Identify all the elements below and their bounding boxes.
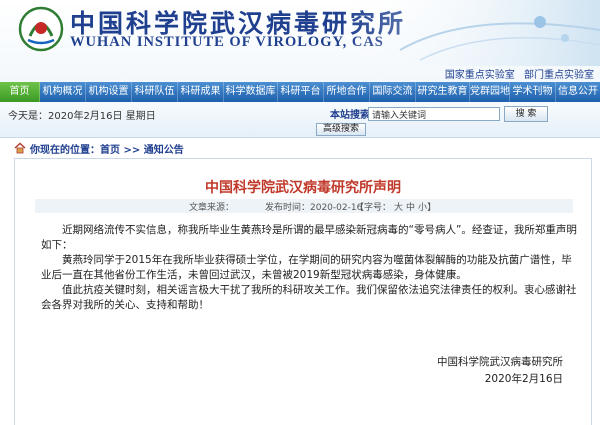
advanced-search-button[interactable]: 高级搜索 <box>316 123 366 136</box>
nav-item-departments[interactable]: 机构设置 <box>86 82 132 102</box>
institute-logo <box>18 6 64 52</box>
signature-org: 中国科学院武汉病毒研究所 <box>437 356 563 368</box>
header-decoration-graphic <box>340 0 600 66</box>
article-signature: 中国科学院武汉病毒研究所 2020年2月16日 <box>437 354 563 388</box>
link-national-key-lab[interactable]: 国家重点实验室 <box>445 70 515 81</box>
site-title-en: WUHAN INSTITUTE OF VIROLOGY, CAS <box>70 34 384 50</box>
search-input[interactable] <box>368 107 500 121</box>
nav-item-cooperation[interactable]: 所地合作 <box>324 82 370 102</box>
article-paragraph: 值此抗疫关键时刻，相关谣言极大干扰了我所的科研攻关工作。我们保留依法追究法律责任… <box>41 284 577 311</box>
main-nav: 首页 机构概况 机构设置 科研队伍 科研成果 科学数据库 科研平台 所地合作 国… <box>0 82 600 102</box>
search-button[interactable]: 搜 索 <box>504 106 548 122</box>
nav-item-disclosure[interactable]: 信息公开 <box>556 82 600 102</box>
signature-date: 2020年2月16日 <box>484 373 563 385</box>
nav-item-achievements[interactable]: 科研成果 <box>178 82 224 102</box>
site-header: 中国科学院武汉病毒研究所 WUHAN INSTITUTE OF VIROLOGY… <box>0 0 600 82</box>
link-dept-key-lab[interactable]: 部门重点实验室 <box>524 70 594 81</box>
home-icon <box>14 142 26 154</box>
font-size-switcher: 【字号：大中小】 <box>355 200 436 213</box>
breadcrumb-home[interactable]: 首页 <box>100 145 120 156</box>
breadcrumb-prefix: 你现在的位置： <box>30 145 100 156</box>
font-size-small[interactable]: 小 <box>418 203 427 213</box>
font-size-medium[interactable]: 中 <box>406 203 415 213</box>
nav-item-international[interactable]: 国际交流 <box>370 82 416 102</box>
font-size-label: 【字号： <box>355 203 392 213</box>
current-date: 今天是：2020年2月16日 星期日 <box>8 111 156 122</box>
font-size-large[interactable]: 大 <box>394 203 403 213</box>
nav-item-party[interactable]: 党群园地 <box>470 82 510 102</box>
breadcrumb-notices[interactable]: 通知公告 <box>144 145 184 156</box>
nav-item-graduate[interactable]: 研究生教育 <box>416 82 470 102</box>
nav-item-home[interactable]: 首页 <box>0 82 40 102</box>
nav-item-platforms[interactable]: 科研平台 <box>278 82 324 102</box>
breadcrumb-separator: >> <box>120 145 144 156</box>
article-paragraph: 黄燕玲同学于2015年在我所毕业获得硕士学位，在学期间的研究内容为噬菌体裂解酶的… <box>41 254 572 281</box>
breadcrumb: 你现在的位置：首页 >> 通知公告 <box>14 141 592 156</box>
nav-item-journals[interactable]: 学术刊物 <box>510 82 556 102</box>
lab-links: 国家重点实验室 部门重点实验室 <box>439 66 594 81</box>
article-paragraph: 近期网络流传不实信息，称我所毕业生黄燕玲是所谓的最早感染新冠病毒的“零号病人”。… <box>41 224 577 251</box>
article-title: 中国科学院武汉病毒研究所声明 <box>205 180 401 196</box>
nav-item-research-team[interactable]: 科研队伍 <box>132 82 178 102</box>
article-meta: 文章来源： 发布时间：2020-02-16 【字号：大中小】 <box>35 199 573 213</box>
nav-item-databases[interactable]: 科学数据库 <box>224 82 278 102</box>
article-published: 发布时间：2020-02-16 <box>265 203 363 213</box>
article-body: 近期网络流传不实信息，称我所毕业生黄燕玲是所谓的最早感染新冠病毒的“零号病人”。… <box>41 223 581 313</box>
info-search-bar: 今天是：2020年2月16日 星期日 本站搜索： 搜 索 高级搜索 <box>0 102 600 138</box>
article-source: 文章来源： <box>189 203 235 213</box>
font-size-end: 】 <box>427 203 437 213</box>
article-container: 中国科学院武汉病毒研究所声明 文章来源： 发布时间：2020-02-16 【字号… <box>14 158 592 425</box>
nav-item-about[interactable]: 机构概况 <box>40 82 86 102</box>
